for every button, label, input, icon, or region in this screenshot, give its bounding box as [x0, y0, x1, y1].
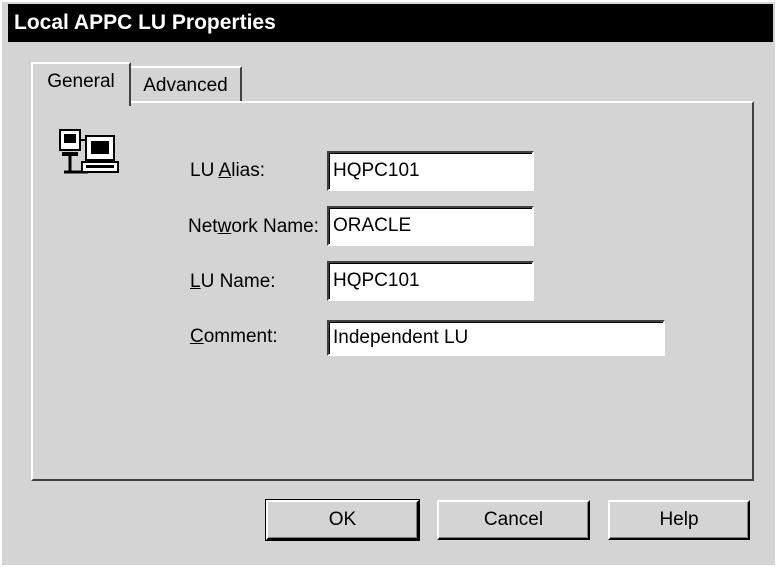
network-computer-icon — [58, 128, 120, 181]
cancel-button[interactable]: Cancel — [437, 500, 590, 540]
tab-advanced-label: Advanced — [143, 75, 228, 96]
window-title: Local APPC LU Properties — [14, 11, 276, 34]
lu-name-label: LU Name: — [190, 271, 276, 292]
lu-alias-label: LU Alias: — [190, 160, 266, 181]
tab-advanced[interactable]: Advanced — [129, 66, 242, 102]
network-name-input[interactable]: ORACLE — [327, 206, 534, 246]
comment-input[interactable]: Independent LU — [327, 320, 665, 356]
lu-name-input[interactable]: HQPC101 — [327, 261, 534, 301]
tab-general-label: General — [47, 71, 115, 92]
title-bar: Local APPC LU Properties — [8, 4, 773, 42]
tab-general[interactable]: General — [31, 62, 131, 106]
lu-alias-input[interactable]: HQPC101 — [327, 151, 534, 191]
help-button[interactable]: Help — [608, 500, 750, 540]
ok-button[interactable]: OK — [265, 499, 420, 541]
comment-label: Comment: — [190, 326, 278, 347]
network-name-label: Network Name: — [188, 216, 319, 237]
